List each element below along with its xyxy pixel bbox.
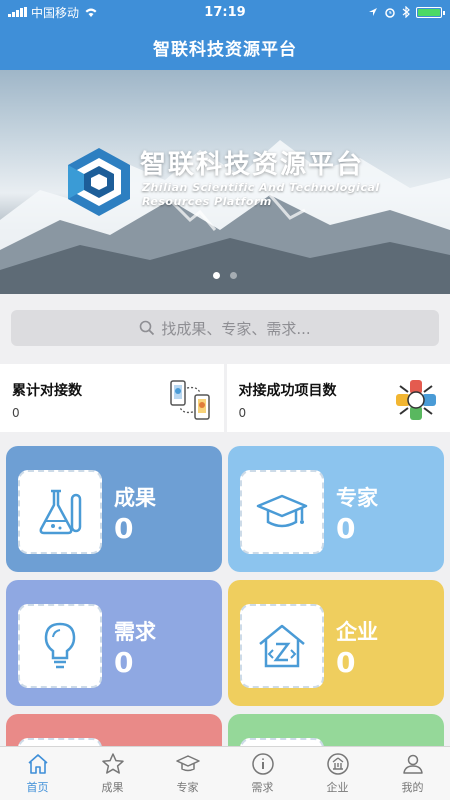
tab-label: 需求 [251, 781, 274, 794]
tab-label: 成果 [101, 781, 124, 794]
status-bar: 中国移动 17:19 [0, 0, 450, 24]
banner-title: 智联科技资源平台 [140, 150, 365, 180]
card-label: 专家 [336, 486, 378, 510]
signal-icon [8, 7, 27, 17]
tab-companies[interactable]: 企业 [300, 747, 375, 800]
location-icon [369, 8, 377, 16]
banner-subtitle-line1: Zhilian Scientific And Technological [142, 181, 380, 194]
info-icon [251, 753, 274, 775]
company-icon [326, 753, 349, 775]
tab-label: 企业 [326, 781, 349, 794]
card-icon-box [18, 470, 102, 554]
page-title: 智联科技资源平台 [153, 39, 297, 60]
graduation-cap-icon [175, 755, 200, 772]
stat-successful-projects[interactable]: 对接成功项目数 0 [226, 364, 450, 432]
card-icon-box [18, 604, 102, 688]
star-icon [101, 753, 124, 774]
tab-label: 专家 [176, 781, 199, 794]
tab-experts[interactable]: 专家 [150, 747, 225, 800]
card-icon-box [240, 470, 324, 554]
top-bar: 中国移动 17:19 智联科技资源平台 [0, 0, 450, 70]
company-house-icon [259, 624, 305, 668]
stat-label: 对接成功项目数 [238, 383, 337, 399]
alarm-icon [385, 8, 395, 18]
stat-total-connections[interactable]: 累计对接数 0 [0, 364, 224, 432]
battery-icon [416, 6, 445, 18]
banner-carousel[interactable]: 智联科技资源平台 Zhilian Scientific And Technolo… [0, 70, 450, 294]
card-label: 成果 [114, 486, 156, 510]
carrier-label: 中国移动 [31, 5, 80, 20]
wifi-icon [85, 8, 97, 17]
bluetooth-icon [402, 6, 410, 18]
hands-team-icon [396, 380, 436, 420]
carousel-dot-2[interactable] [230, 272, 237, 279]
card-label: 企业 [336, 620, 378, 644]
carousel-dot-1[interactable] [213, 272, 220, 279]
card-demands[interactable]: 需求 0 [6, 580, 222, 706]
carousel-indicator[interactable] [0, 272, 450, 279]
search-section: 找成果、专家、需求... [0, 294, 450, 360]
card-count: 0 [114, 512, 134, 545]
tab-bar: 首页 成果 专家 需求 企业 我的 [0, 746, 450, 800]
stat-value: 0 [12, 406, 20, 420]
user-icon [402, 754, 423, 774]
banner-subtitle-line2: Resources Platform [142, 195, 272, 208]
stat-value: 0 [238, 406, 247, 420]
tab-label: 我的 [401, 781, 424, 794]
search-input[interactable]: 找成果、专家、需求... [11, 310, 439, 346]
graduation-cap-icon [256, 494, 308, 528]
card-experts[interactable]: 专家 0 [228, 446, 444, 572]
card-icon-box [240, 604, 324, 688]
tab-achievements[interactable]: 成果 [75, 747, 150, 800]
stat-label: 累计对接数 [12, 383, 82, 399]
card-label: 需求 [114, 620, 156, 644]
card-count: 0 [114, 646, 134, 679]
search-placeholder: 找成果、专家、需求... [161, 319, 311, 338]
card-count: 0 [336, 646, 356, 679]
platform-logo-icon [68, 148, 130, 216]
card-achievements[interactable]: 成果 0 [6, 446, 222, 572]
tab-home[interactable]: 首页 [0, 747, 75, 800]
stats-row: 累计对接数 0 对接成功项目数 0 [0, 364, 450, 432]
tab-label: 首页 [26, 781, 49, 794]
tab-demands[interactable]: 需求 [225, 747, 300, 800]
lightbulb-icon [44, 622, 76, 669]
lab-flask-icon [39, 489, 82, 535]
phone-exchange-icon [169, 380, 210, 420]
home-icon [27, 754, 48, 774]
card-count: 0 [336, 512, 356, 545]
card-companies[interactable]: 企业 0 [228, 580, 444, 706]
search-icon [140, 320, 155, 336]
status-time: 17:19 [204, 4, 246, 20]
tab-profile[interactable]: 我的 [375, 747, 450, 800]
